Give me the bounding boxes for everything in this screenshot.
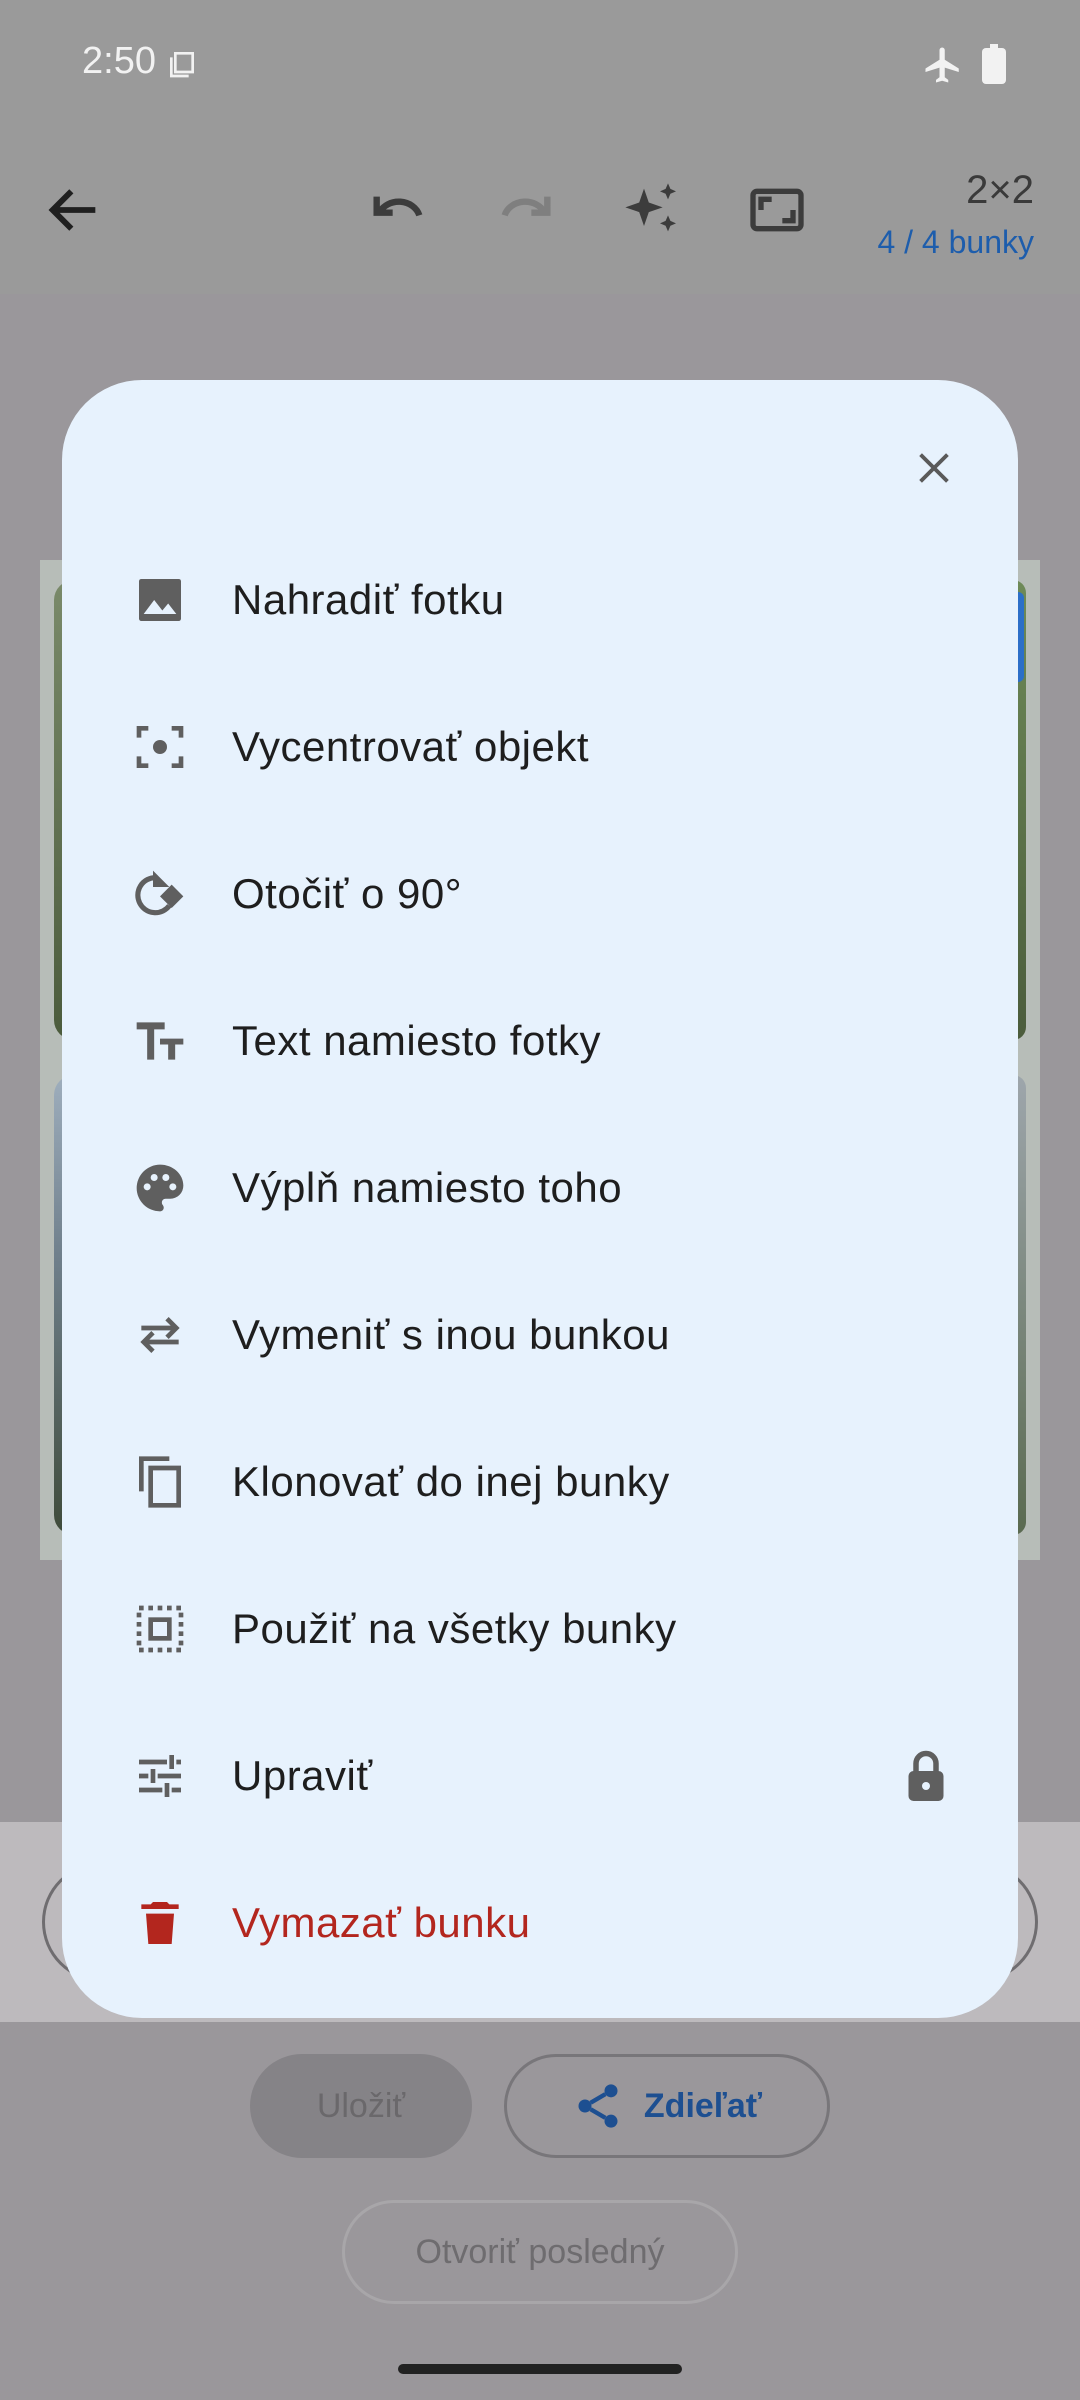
rotate-icon [128,862,192,926]
menu-item-label: Otočiť o 90° [232,869,462,917]
menu-item-label: Vymazať bunku [232,1898,531,1946]
aspect-ratio-icon[interactable] [745,178,809,242]
menu-item-label: Vycentrovať objekt [232,722,590,770]
menu-item-replace-photo[interactable]: Nahradiť fotku [62,526,1018,673]
close-button[interactable] [898,432,970,504]
undo-icon[interactable] [366,178,430,242]
status-time: 2:50 [82,40,156,82]
menu-item-rotate[interactable]: Otočiť o 90° [62,820,1018,967]
status-bar: 2:50 [0,0,1080,128]
palette-icon [128,1156,192,1220]
home-indicator[interactable] [398,2364,682,2374]
center-focus-icon [128,715,192,779]
redo-icon[interactable] [494,178,558,242]
open-last-label: Otvoriť posledný [415,2232,665,2271]
menu-item-label: Upraviť [232,1751,373,1799]
document-icon [170,52,194,78]
menu-item-label: Výplň namiesto toho [232,1163,623,1211]
menu-item-apply-all[interactable]: Použiť na všetky bunky [62,1555,1018,1702]
tune-icon [128,1744,192,1808]
save-button[interactable]: Uložiť [250,2054,472,2158]
airplane-icon [925,47,959,83]
menu-item-label: Text namiesto fotky [232,1016,601,1064]
cell-count-label: 4 / 4 bunky [877,224,1034,260]
share-button-label: Zdieľať [643,2086,763,2125]
share-button[interactable]: Zdieľať [504,2054,830,2158]
copy-icon [128,1450,192,1514]
swap-icon [128,1303,192,1367]
close-icon [919,453,949,483]
menu-item-text-instead[interactable]: Text namiesto fotky [62,967,1018,1114]
app-bar: 2×2 4 / 4 bunky [0,128,1080,294]
menu-item-label: Nahradiť fotku [232,575,505,623]
menu-item-fill-instead[interactable]: Výplň namiesto toho [62,1114,1018,1261]
lock-icon [908,1750,944,1801]
open-last-button[interactable]: Otvoriť posledný [342,2200,738,2304]
menu-item-edit[interactable]: Upraviť [62,1702,1018,1849]
save-button-label: Uložiť [316,2086,406,2125]
sparkle-icon[interactable] [620,178,684,242]
battery-icon [982,44,1006,84]
back-arrow-icon[interactable] [42,178,106,242]
menu-item-swap[interactable]: Vymeniť s inou bunkou [62,1261,1018,1408]
grid-size-label[interactable]: 2×2 [966,168,1034,213]
text-fields-icon [128,1009,192,1073]
menu-item-label: Klonovať do inej bunky [232,1457,670,1505]
menu-item-center-object[interactable]: Vycentrovať objekt [62,673,1018,820]
menu-item-delete-cell[interactable]: Vymazať bunku [62,1849,1018,1996]
menu-item-clone[interactable]: Klonovať do inej bunky [62,1408,1018,1555]
share-icon [578,2084,618,2128]
menu-item-label: Vymeniť s inou bunkou [232,1310,670,1358]
image-icon [128,568,192,632]
menu-item-label: Použiť na všetky bunky [232,1604,677,1652]
select-all-icon [128,1597,192,1661]
delete-icon [128,1891,192,1955]
